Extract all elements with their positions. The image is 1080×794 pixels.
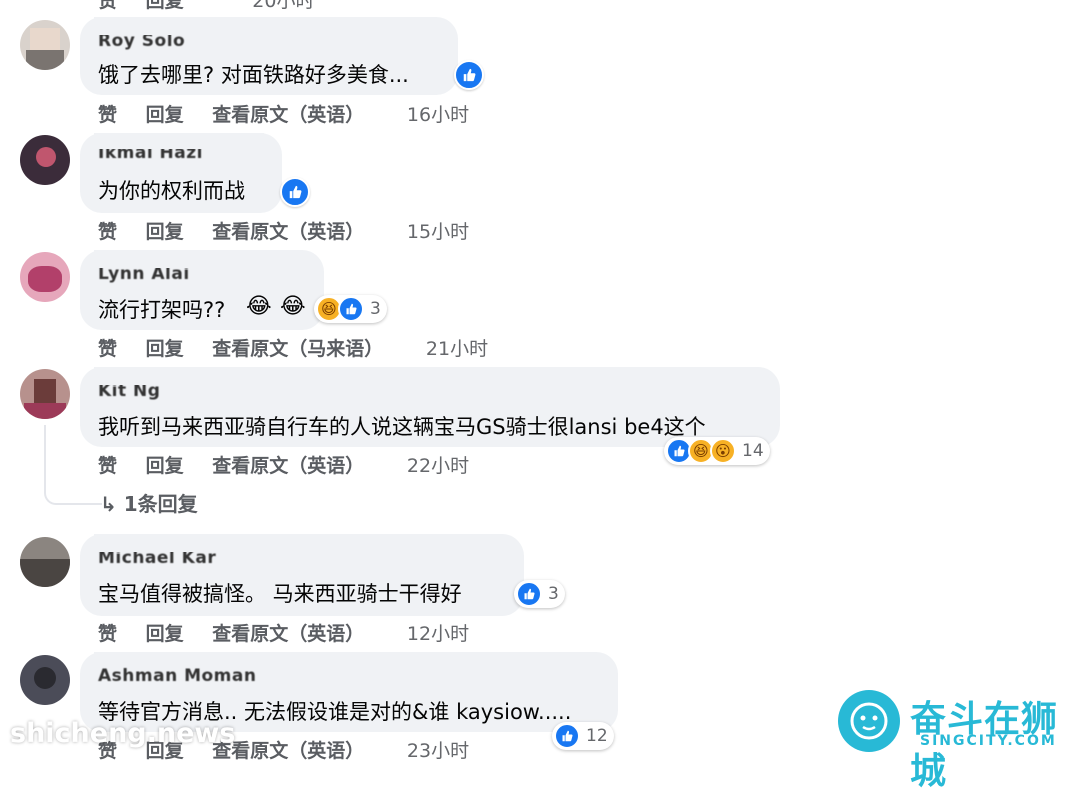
like-link[interactable]: 赞 <box>98 338 117 360</box>
translate-link[interactable]: 查看原文（英语） <box>212 455 364 477</box>
comment-actions: 赞 回复 查看原文（英语） 12小时 <box>98 619 491 646</box>
comment-bubble: Kit Ng 我听到马来西亚骑自行车的人说这辆宝马GS骑士很lansi be4这… <box>80 367 780 447</box>
like-link[interactable]: 赞 <box>98 455 117 477</box>
reaction-count: 3 <box>548 584 559 604</box>
translate-link[interactable]: 查看原文（英语） <box>212 221 364 243</box>
timestamp: 16小时 <box>406 104 470 126</box>
reaction-summary[interactable]: 12 <box>552 722 614 750</box>
reaction-count: 12 <box>586 726 608 746</box>
watermark-subtitle: SINGCITY.COM <box>920 733 1057 749</box>
top-partial-actions: 赞 回复 20小时 <box>98 0 336 13</box>
laughing-emoji-icon: 😂 <box>280 294 306 319</box>
comment-text: 宝马值得被搞怪。 马来西亚骑士干得好 <box>98 582 462 606</box>
avatar[interactable] <box>20 655 70 705</box>
avatar[interactable] <box>20 537 70 587</box>
comment-actions: 赞 回复 查看原文（英语） 22小时 <box>98 451 491 478</box>
view-replies-link[interactable]: ↳ 1条回复 <box>100 488 198 517</box>
wow-emoji-icon: 😮 <box>710 438 736 464</box>
comment-actions: 赞 回复 查看原文（英语） 16小时 <box>98 100 491 127</box>
comment-bubble: Roy Solo 饿了去哪里? 对面铁路好多美食... <box>80 17 458 95</box>
comment-text: 我听到马来西亚骑自行车的人说这辆宝马GS骑士很lansi be4这个 <box>98 415 706 439</box>
comment-actions: 赞 回复 查看原文（英语） 15小时 <box>98 217 491 244</box>
reply-link[interactable]: 回复 <box>146 623 184 645</box>
avatar[interactable] <box>20 20 70 70</box>
reply-link[interactable]: 回复 <box>146 0 184 12</box>
translate-link[interactable]: 查看原文（英语） <box>212 623 364 645</box>
timestamp: 21小时 <box>425 338 489 360</box>
like-link[interactable]: 赞 <box>98 221 117 243</box>
comment-bubble: Ikmal Hazi 为你的权利而战 <box>80 133 282 213</box>
like-link[interactable]: 赞 <box>98 104 117 126</box>
like-link[interactable]: 赞 <box>98 623 117 645</box>
reaction-summary[interactable]: 😆 😮 14 <box>664 437 770 465</box>
translate-link[interactable]: 查看原文（马来语） <box>212 338 383 360</box>
lion-logo-icon <box>838 690 900 752</box>
reply-link[interactable]: 回复 <box>146 104 184 126</box>
thumbs-up-icon <box>554 723 580 749</box>
thumbs-up-icon[interactable] <box>280 177 310 207</box>
timestamp: 22小时 <box>406 455 470 477</box>
comment-text: 饿了去哪里? 对面铁路好多美食... <box>98 63 409 87</box>
thumbs-up-icon <box>338 296 364 322</box>
timestamp: 20小时 <box>252 0 315 12</box>
reaction-count: 14 <box>742 441 764 461</box>
reply-link[interactable]: 回复 <box>146 221 184 243</box>
reaction-summary[interactable]: 😆 3 <box>314 295 387 323</box>
translate-link[interactable]: 查看原文（英语） <box>212 104 364 126</box>
timestamp: 23小时 <box>406 740 470 762</box>
avatar[interactable] <box>20 135 70 185</box>
reply-link[interactable]: 回复 <box>146 455 184 477</box>
comment-bubble: Michael Kar 宝马值得被搞怪。 马来西亚骑士干得好 <box>80 534 524 616</box>
avatar[interactable] <box>20 369 70 419</box>
watermark-left: shicheng.news <box>10 718 236 749</box>
reaction-summary[interactable]: 3 <box>514 580 565 608</box>
comment-actions: 赞 回复 查看原文（马来语） 21小时 <box>98 334 510 361</box>
reaction-count: 3 <box>370 299 381 319</box>
comment-text: 为你的权利而战 <box>98 179 245 203</box>
comment-text: 流行打架吗?? <box>98 298 226 322</box>
timestamp: 12小时 <box>406 623 470 645</box>
thumbs-up-icon <box>516 581 542 607</box>
laughing-emoji-icon: 😂 <box>246 294 272 319</box>
author-name[interactable]: Ashman Moman <box>98 666 256 686</box>
like-link[interactable]: 赞 <box>98 0 117 12</box>
timestamp: 15小时 <box>406 221 470 243</box>
reply-link[interactable]: 回复 <box>146 338 184 360</box>
thumbs-up-icon[interactable] <box>454 60 484 90</box>
avatar[interactable] <box>20 252 70 302</box>
